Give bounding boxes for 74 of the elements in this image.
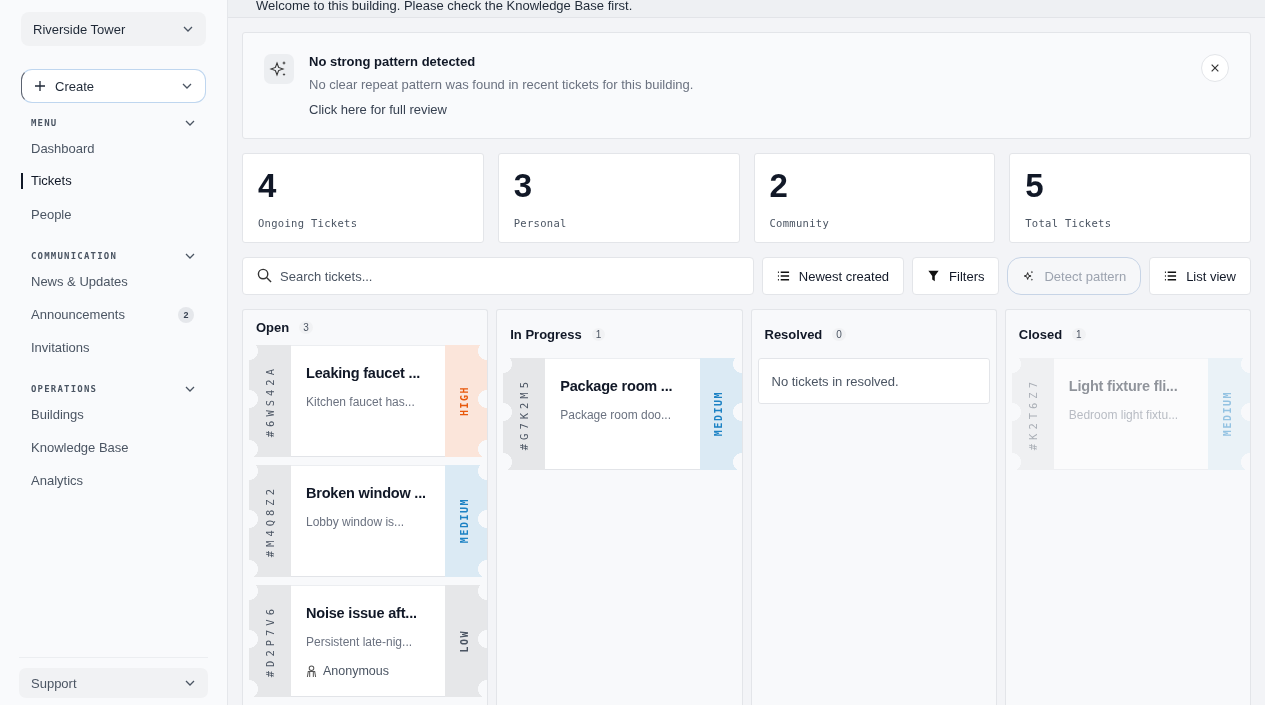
column-title: Open bbox=[256, 320, 290, 335]
list-icon bbox=[776, 270, 790, 282]
stat-label: Community bbox=[769, 217, 831, 229]
ticket-title: Noise issue aft... bbox=[306, 605, 418, 621]
stat-value: 3 bbox=[513, 167, 534, 205]
nav-item[interactable]: News & Updates bbox=[21, 265, 138, 298]
priority-label: HIGH bbox=[458, 385, 470, 417]
column-count: 1 bbox=[1072, 327, 1086, 341]
reporter-name: Anonymous bbox=[323, 664, 389, 678]
nav-item[interactable]: Dashboard bbox=[21, 132, 105, 165]
full-review-link[interactable]: Click here for full review bbox=[309, 102, 447, 117]
nav-item[interactable]: People bbox=[21, 198, 82, 231]
empty-message: No tickets in resolved. bbox=[757, 358, 990, 404]
ticket-title: Package room ... bbox=[560, 378, 674, 394]
column-title: In Progress bbox=[510, 326, 582, 342]
ticket-id: #M4Q8Z2 bbox=[264, 484, 276, 558]
insight-title: No strong pattern detected bbox=[309, 54, 477, 69]
stat-label: Total Tickets bbox=[1025, 217, 1113, 229]
column-count: 3 bbox=[299, 321, 313, 334]
nav-item[interactable]: Buildings bbox=[21, 398, 94, 431]
nav-item[interactable]: Analytics bbox=[21, 464, 94, 497]
support-menu[interactable]: Support bbox=[19, 668, 208, 698]
list-icon bbox=[1164, 270, 1178, 282]
ticket-id: #6WS42A bbox=[264, 364, 276, 438]
close-icon bbox=[1210, 63, 1220, 73]
person-icon bbox=[306, 664, 317, 678]
section-heading: OPERATIONS bbox=[31, 384, 98, 394]
ticket-id: #D2P7V6 bbox=[264, 604, 276, 678]
stat-label: Personal bbox=[513, 217, 568, 229]
list-view-button[interactable]: List view bbox=[1149, 257, 1251, 295]
stat-value: 5 bbox=[1025, 167, 1045, 205]
ticket-card[interactable]: #D2P7V6 Noise issue aft... Persistent late-nig... Anonymous LOW bbox=[249, 585, 488, 697]
ticket-title: Leaking faucet ... bbox=[306, 365, 422, 381]
search-icon bbox=[257, 268, 272, 283]
priority-label: MEDIUM bbox=[458, 498, 470, 544]
ticket-summary: Persistent late-nig... bbox=[306, 635, 414, 649]
sort-button[interactable]: Newest created bbox=[761, 257, 905, 295]
search-field[interactable]: Search tickets... bbox=[242, 257, 754, 295]
ticket-card[interactable]: #6WS42A Leaking faucet ... Kitchen faucet has... HIGH bbox=[249, 345, 488, 457]
ticket-title: Light fixture fli... bbox=[1068, 378, 1179, 394]
insight-text: No clear repeat pattern was found in recent tickets for this building. bbox=[309, 77, 695, 92]
plus-icon bbox=[34, 80, 46, 92]
ticket-title: Broken window ... bbox=[306, 485, 427, 501]
column-count: 1 bbox=[591, 327, 606, 341]
priority-label: MEDIUM bbox=[713, 391, 724, 437]
ticket-card[interactable]: #M4Q8Z2 Broken window ... Lobby window is... MEDIUM bbox=[249, 465, 488, 577]
column-title: Resolved bbox=[764, 326, 823, 342]
stat-value: 2 bbox=[769, 167, 789, 205]
section-heading: COMMUNICATION bbox=[31, 251, 118, 261]
welcome-banner: Welcome to this building. Please check the Knowledge Base first. bbox=[228, 0, 1265, 18]
ticket-summary: Package room doo... bbox=[560, 408, 672, 422]
building-selector[interactable]: Riverside Tower bbox=[21, 12, 206, 46]
create-button[interactable]: Create bbox=[21, 69, 206, 103]
priority-label: LOW bbox=[458, 629, 470, 653]
filter-icon bbox=[927, 270, 941, 282]
nav-item[interactable]: Invitations bbox=[21, 331, 100, 364]
nav-item[interactable]: Tickets bbox=[21, 173, 82, 189]
section-heading: MENU bbox=[31, 118, 58, 128]
column-title: Closed bbox=[1018, 326, 1063, 342]
count-badge: 2 bbox=[178, 306, 194, 323]
ticket-summary: Lobby window is... bbox=[306, 515, 406, 529]
filters-button[interactable]: Filters bbox=[912, 257, 1000, 295]
ticket-id: #G7K2M5 bbox=[518, 377, 531, 451]
sparkle-icon bbox=[264, 54, 294, 84]
ticket-summary: Bedroom light fixtu... bbox=[1068, 408, 1180, 422]
ticket-card[interactable]: #G7K2M5 Package room ... Package room doo... MEDIUM bbox=[503, 358, 742, 470]
ticket-id: #K2T6Z7 bbox=[1026, 377, 1039, 451]
stat-label: Ongoing Tickets bbox=[258, 217, 359, 229]
nav-item[interactable]: Knowledge Base bbox=[21, 431, 139, 464]
priority-label: MEDIUM bbox=[1221, 391, 1233, 437]
column-count: 0 bbox=[832, 327, 846, 341]
nav-item[interactable]: Announcements bbox=[21, 298, 135, 331]
stat-value: 4 bbox=[258, 167, 278, 205]
ticket-summary: Kitchen faucet has... bbox=[306, 395, 416, 409]
